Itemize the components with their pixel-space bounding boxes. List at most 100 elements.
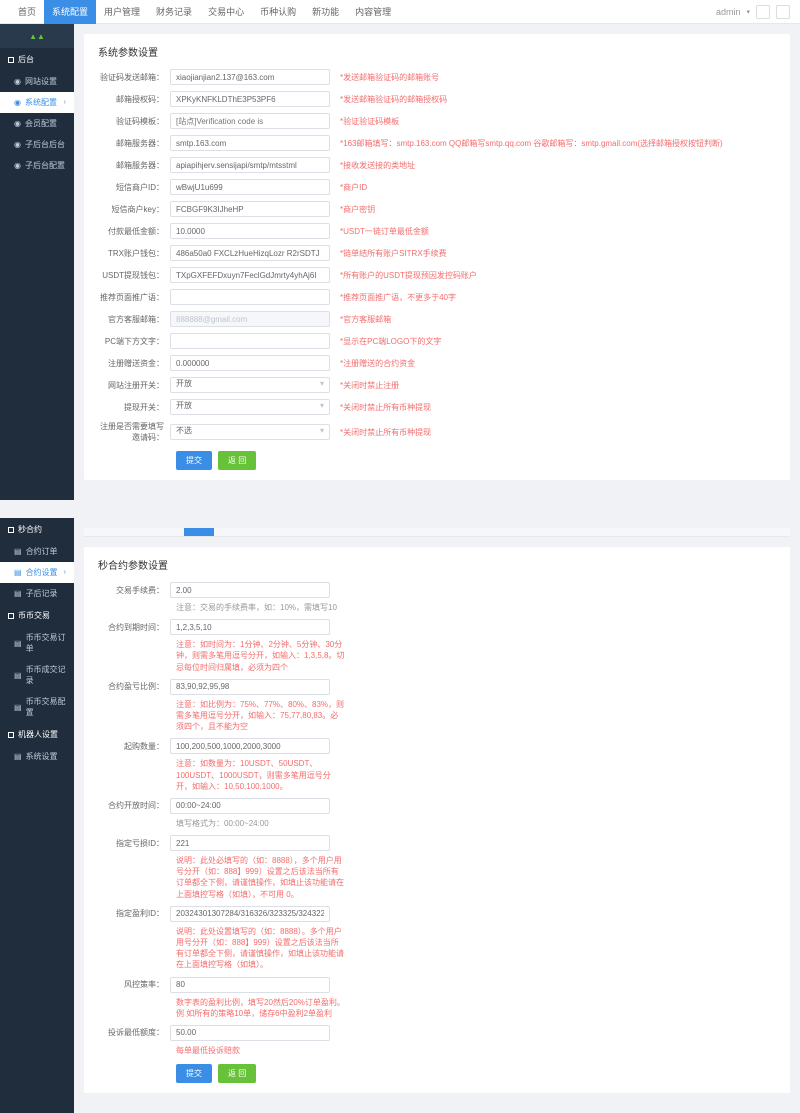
input2-6[interactable]: [170, 906, 330, 922]
form-row: 指定盈利ID：: [98, 906, 776, 922]
input2-1[interactable]: [170, 619, 330, 635]
form-label: 验证码发送邮箱：: [98, 72, 170, 83]
form-label: 指定亏损ID：: [98, 838, 170, 849]
input-6[interactable]: [170, 201, 330, 217]
group-icon: [8, 527, 14, 533]
form-hint: *发送邮箱验证码的邮箱账号: [340, 72, 439, 83]
form-label: 短信商户key：: [98, 204, 170, 215]
form-label: 风控策率：: [98, 979, 170, 990]
select-15[interactable]: 开放: [170, 399, 330, 415]
hint-block: 填写格式为：00:00~24:00: [176, 818, 346, 829]
sidebar-item[interactable]: ▤币币交易订单: [0, 627, 74, 659]
form-hint: *所有账户的USDT提现预因发控码账户: [340, 270, 477, 281]
sidebar-item[interactable]: ▤币币交易配置: [0, 691, 74, 723]
form-label: 推荐页面推广语：: [98, 292, 170, 303]
sidebar-item-site[interactable]: ◉网站设置: [0, 71, 74, 92]
nav-item-7[interactable]: 内容管理: [347, 0, 399, 24]
input-12[interactable]: [170, 333, 330, 349]
form-label: 短信商户ID：: [98, 182, 170, 193]
form-label: 注册赠送资金：: [98, 358, 170, 369]
form-hint: *链单结所有账户SITRX手续费: [340, 248, 447, 259]
form-row: 官方客服邮箱：*官方客服邮箱: [98, 311, 776, 327]
form-row: 注册是否需要填写邀请码：不选*关闭时禁止所有币种提现: [98, 421, 776, 443]
tab-0[interactable]: [84, 528, 184, 536]
sidebar-item[interactable]: ▤币币成交记录: [0, 659, 74, 691]
sidebar-item[interactable]: ▤合约设置›: [0, 562, 74, 583]
submit-button-2[interactable]: 提交: [176, 1064, 212, 1083]
form-row: PC端下方文字：*显示在PC端LOGO下的文字: [98, 333, 776, 349]
form-row: 推荐页面推广语：*推荐页面推广语，不更多于40字: [98, 289, 776, 305]
input-8[interactable]: [170, 245, 330, 261]
input-11[interactable]: [170, 311, 330, 327]
nav-item-5[interactable]: 币种认购: [252, 0, 304, 24]
input-9[interactable]: [170, 267, 330, 283]
form-row: 起购数量：: [98, 738, 776, 754]
hint-block: 注意：如比例为：75%、77%、80%、83%，则需多笔用逗号分开，如输入：75…: [176, 699, 346, 733]
list-icon: ▤: [14, 671, 22, 680]
form-hint: *关闭时禁止所有币种提现: [340, 427, 431, 438]
input2-7[interactable]: [170, 977, 330, 993]
user-name[interactable]: admin: [716, 7, 741, 17]
input-3[interactable]: [170, 135, 330, 151]
top-nav-user: admin▾: [716, 5, 790, 19]
sidebar-1: ▲▲ 后台 ◉网站设置 ◉系统配置› ◉会员配置 ◉子后台后台 ◉子后台配置: [0, 24, 74, 500]
form-hint: *关闭时禁止注册: [340, 380, 399, 391]
form-row: 合约盈亏比例：: [98, 679, 776, 695]
main-content-1: 系统参数设置 验证码发送邮箱：*发送邮箱验证码的邮箱账号邮箱授权码：*发送邮箱验…: [74, 24, 800, 500]
select-14[interactable]: 开放: [170, 377, 330, 393]
submit-button[interactable]: 提交: [176, 451, 212, 470]
input-10[interactable]: [170, 289, 330, 305]
sidebar-item-sub2[interactable]: ◉子后台配置: [0, 155, 74, 176]
form-label: 邮箱服务器：: [98, 138, 170, 149]
tabs: [84, 528, 790, 537]
form-hint: *验证验证码模板: [340, 116, 399, 127]
sidebar-item[interactable]: ▤系统设置: [0, 746, 74, 767]
input2-2[interactable]: [170, 679, 330, 695]
input-1[interactable]: [170, 91, 330, 107]
form-row: 短信商户ID：*商户ID: [98, 179, 776, 195]
back-button[interactable]: 返 回: [218, 451, 256, 470]
nav-item-6[interactable]: 新功能: [304, 0, 347, 24]
sidebar-item-member[interactable]: ◉会员配置: [0, 113, 74, 134]
input2-0[interactable]: [170, 582, 330, 598]
list-icon: ▤: [14, 703, 22, 712]
nav-item-0[interactable]: 首页: [10, 0, 44, 24]
input-7[interactable]: [170, 223, 330, 239]
input2-8[interactable]: [170, 1025, 330, 1041]
input2-4[interactable]: [170, 798, 330, 814]
form-hint: *接收发送接的类地址: [340, 160, 415, 171]
sidebar-item[interactable]: ▤合约订单: [0, 541, 74, 562]
system-params-card: 系统参数设置 验证码发送邮箱：*发送邮箱验证码的邮箱账号邮箱授权码：*发送邮箱验…: [84, 34, 790, 480]
form-row: 验证码模板：*验证验证码模板: [98, 113, 776, 129]
nav-item-3[interactable]: 财务记录: [148, 0, 200, 24]
group-icon: [8, 732, 14, 738]
sidebar-item[interactable]: ▤子后记录: [0, 583, 74, 604]
form-label: 指定盈利ID：: [98, 908, 170, 919]
nav-item-4[interactable]: 交易中心: [200, 0, 252, 24]
sidebar-item-sub1[interactable]: ◉子后台后台: [0, 134, 74, 155]
input-13[interactable]: [170, 355, 330, 371]
hint-block: 注意：交易的手续费率，如：10%，需填写10: [176, 602, 346, 613]
back-button-2[interactable]: 返 回: [218, 1064, 256, 1083]
input-0[interactable]: [170, 69, 330, 85]
dashboard-icon: [8, 57, 14, 63]
select-16[interactable]: 不选: [170, 424, 330, 440]
input-5[interactable]: [170, 179, 330, 195]
form-row: 邮箱服务器：*163邮箱填写：smtp.163.com QQ邮箱写smtp.qq…: [98, 135, 776, 151]
form-row: 合约开放时间：: [98, 798, 776, 814]
sidebar-item-system[interactable]: ◉系统配置›: [0, 92, 74, 113]
input-4[interactable]: [170, 157, 330, 173]
input-2[interactable]: [170, 113, 330, 129]
logo: ▲▲: [0, 24, 74, 48]
nav-item-2[interactable]: 用户管理: [96, 0, 148, 24]
nav-item-1[interactable]: 系统配置: [44, 0, 96, 24]
input2-5[interactable]: [170, 835, 330, 851]
input2-3[interactable]: [170, 738, 330, 754]
form-row: USDT提现钱包：*所有账户的USDT提现预因发控码账户: [98, 267, 776, 283]
form-row: 合约到期时间：: [98, 619, 776, 635]
fullscreen-icon[interactable]: [756, 5, 770, 19]
form-row: 网站注册开关：开放*关闭时禁止注册: [98, 377, 776, 393]
tab-1[interactable]: [184, 528, 214, 536]
refresh-icon[interactable]: [776, 5, 790, 19]
form-label: PC端下方文字：: [98, 336, 170, 347]
